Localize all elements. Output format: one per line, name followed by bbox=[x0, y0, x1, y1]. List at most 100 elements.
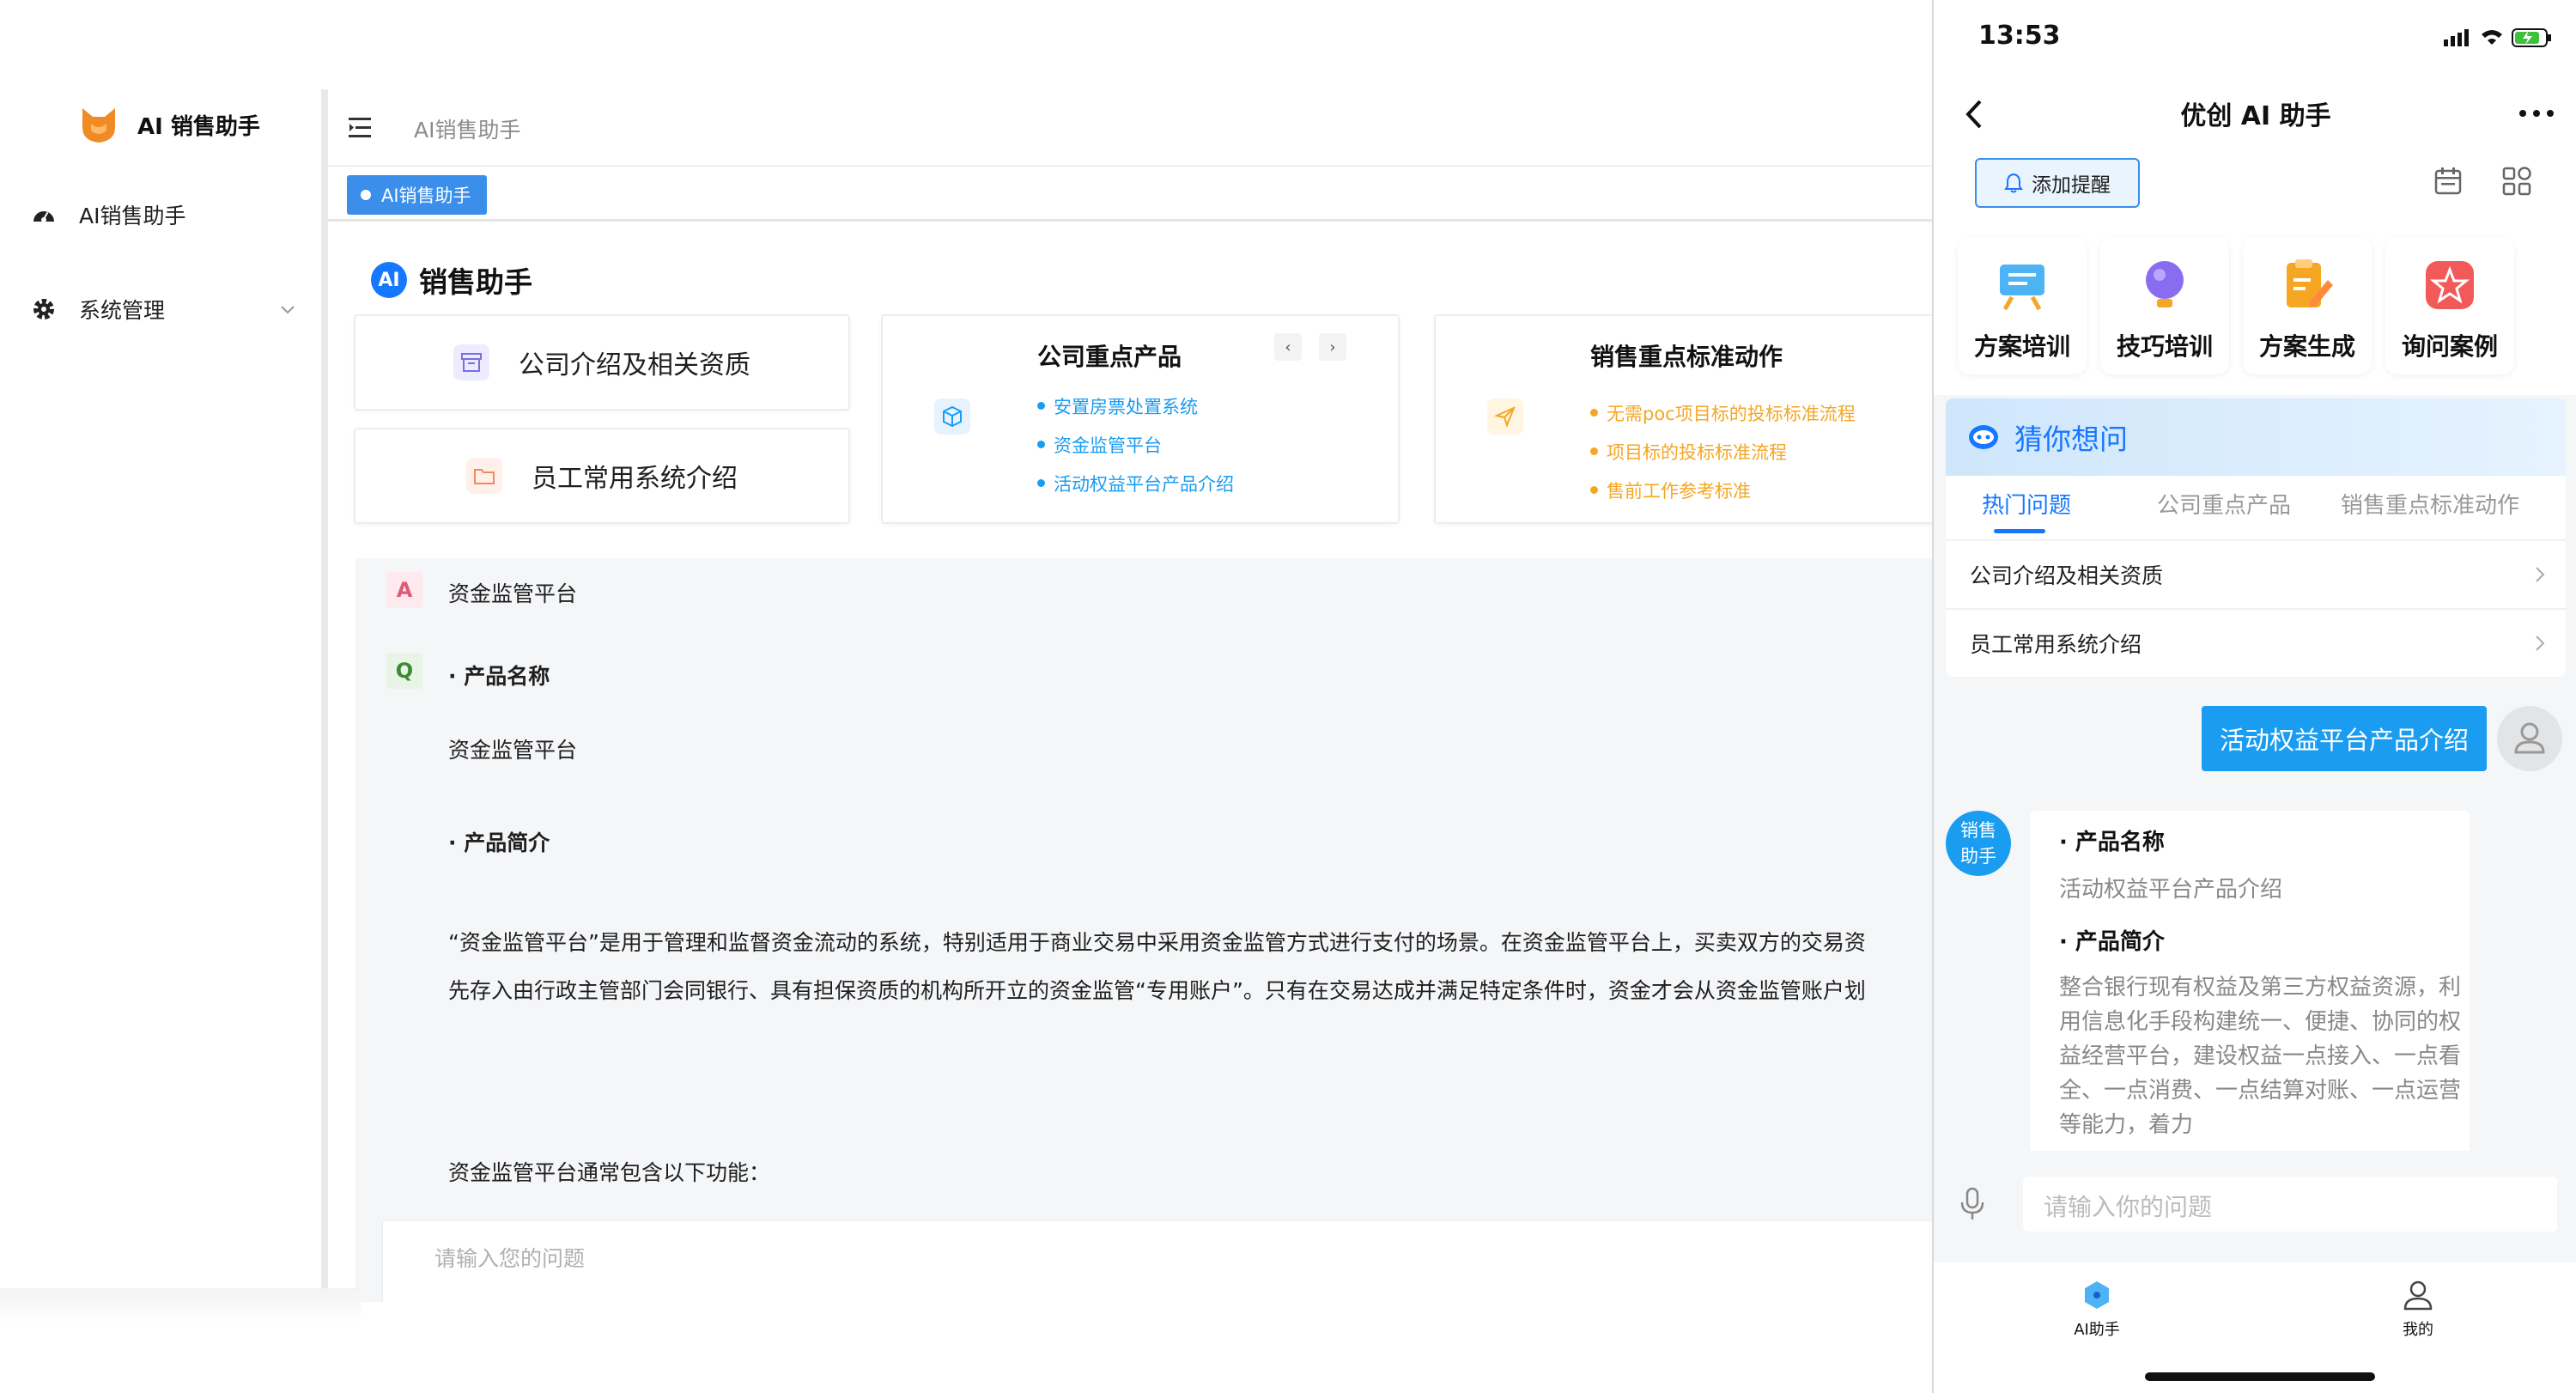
quick-action-ask-cases[interactable]: 询问案例 bbox=[2385, 237, 2514, 374]
quick-action-solution-generation[interactable]: 方案生成 bbox=[2243, 237, 2372, 374]
quick-action-label: 方案培训 bbox=[1973, 332, 2070, 361]
folder-icon bbox=[466, 458, 502, 494]
answer-text: 资金监管平台 bbox=[448, 738, 578, 763]
bot-avatar: 销售助手 bbox=[1946, 811, 2011, 876]
bottom-nav-label: 我的 bbox=[2403, 1321, 2433, 1339]
card-company-intro[interactable]: 公司介绍及相关资质 bbox=[354, 314, 850, 411]
answer-text: “资金监管平台”是用于管理和监督资金流动的系统，特别适用于商业交易中采用资金监管… bbox=[448, 930, 1866, 955]
quick-action-label: 询问案例 bbox=[2401, 332, 2498, 361]
app-logo: AI 销售助手 bbox=[79, 105, 260, 144]
archive-icon bbox=[453, 344, 489, 380]
answer-heading: · 产品名称 bbox=[448, 664, 550, 689]
answer-text: 活动权益平台产品介绍 bbox=[2059, 877, 2283, 903]
chevron-right-icon bbox=[2536, 567, 2545, 582]
card-label: 公司介绍及相关资质 bbox=[519, 350, 750, 380]
bell-icon bbox=[2004, 173, 2023, 193]
guess-questions-panel: 猜你想问 热门问题 公司重点产品 销售重点标准动作 公司介绍及相关资质 员工常用… bbox=[1946, 398, 2566, 677]
tab-hot-questions[interactable]: 热门问题 bbox=[1982, 488, 2071, 520]
card-label: 员工常用系统介绍 bbox=[532, 464, 738, 494]
gear-icon bbox=[31, 296, 57, 322]
phone-input-bar: 请输入你的问题 bbox=[1934, 1151, 2576, 1262]
input-placeholder: 请输入您的问题 bbox=[434, 1246, 586, 1271]
more-icon[interactable] bbox=[2516, 96, 2557, 131]
next-arrow-button[interactable]: › bbox=[1319, 333, 1346, 361]
nav-title: 优创 AI 助手 bbox=[2180, 101, 2331, 131]
status-time: 13:53 bbox=[1978, 21, 2061, 51]
phone-toolbar: 添加提醒 bbox=[1934, 155, 2576, 232]
add-reminder-button[interactable]: 添加提醒 bbox=[1975, 158, 2140, 208]
clipboard-edit-icon bbox=[2287, 259, 2333, 307]
bottom-nav-mine[interactable]: 我的 bbox=[2366, 1278, 2470, 1340]
guess-item[interactable]: 员工常用系统介绍 bbox=[1946, 608, 2566, 677]
quick-action-label: 技巧培训 bbox=[2116, 332, 2213, 361]
list-item[interactable]: 项目标的投标标准流程 bbox=[1590, 432, 1856, 471]
calendar-icon[interactable] bbox=[2432, 165, 2464, 198]
chevron-down-icon bbox=[281, 306, 295, 314]
page-title: AI 销售助手 bbox=[371, 259, 532, 301]
card-key-products: 公司重点产品 ‹ › 安置房票处置系统 资金监管平台 活动权益平台产品介绍 bbox=[881, 314, 1400, 524]
ai-badge-icon: AI bbox=[371, 262, 407, 298]
app-name: AI 销售助手 bbox=[137, 113, 260, 140]
card-title: 销售重点标准动作 bbox=[1590, 343, 1783, 371]
sidebar-item-ai-assistant[interactable]: AI销售助手 bbox=[31, 199, 297, 230]
list-item[interactable]: 资金监管平台 bbox=[1037, 425, 1234, 464]
status-bar: 13:53 bbox=[1934, 0, 2576, 77]
home-indicator bbox=[2145, 1372, 2375, 1381]
card-employee-systems[interactable]: 员工常用系统介绍 bbox=[354, 428, 850, 524]
menu-collapse-icon[interactable] bbox=[349, 115, 376, 141]
answer-text: 整合银行现有权益及第三方权益资源，利用信息化手段构建统一、便捷、协同的权益经营平… bbox=[2059, 975, 2462, 1138]
chevron-right-icon bbox=[2536, 636, 2545, 651]
card-title: 公司重点产品 bbox=[1037, 343, 1182, 371]
answer-heading: · 产品简介 bbox=[448, 830, 550, 855]
bottom-nav: AI助手 我的 bbox=[1934, 1262, 2576, 1393]
answer-badge: Q bbox=[386, 653, 422, 689]
phone-question-input[interactable]: 请输入你的问题 bbox=[2023, 1177, 2557, 1232]
tabs-bar: AI销售助手 bbox=[328, 167, 1934, 222]
sidebar-item-label: AI销售助手 bbox=[79, 204, 186, 228]
mobile-app: 13:53 优创 AI 助手 添加提醒 方案培训 技巧培训 方案生成 询问案例 … bbox=[1932, 0, 2576, 1393]
list-item[interactable]: 无需poc项目标的投标标准流程 bbox=[1590, 393, 1856, 432]
prev-arrow-button[interactable]: ‹ bbox=[1274, 333, 1302, 361]
sidebar: AI 销售助手 AI销售助手 系统管理 bbox=[0, 0, 321, 1302]
page-title-text: 销售助手 bbox=[419, 265, 532, 299]
sales-actions-list: 无需poc项目标的投标标准流程 项目标的投标标准流程 售前工作参考标准 bbox=[1590, 393, 1856, 509]
list-item[interactable]: 售前工作参考标准 bbox=[1590, 471, 1856, 509]
ai-home-icon bbox=[2085, 1281, 2109, 1309]
bottom-nav-ai-assistant[interactable]: AI助手 bbox=[2045, 1278, 2148, 1340]
sidebar-item-label: 系统管理 bbox=[79, 298, 166, 323]
star-badge-icon bbox=[2426, 261, 2474, 309]
tab-label: AI销售助手 bbox=[381, 186, 471, 206]
presentation-board-icon bbox=[2000, 265, 2044, 311]
list-item[interactable]: 活动权益平台产品介绍 bbox=[1037, 464, 1234, 502]
shadow-divider bbox=[0, 1288, 361, 1323]
question-badge: A bbox=[386, 572, 422, 608]
bot-message-bubble: · 产品名称 活动权益平台产品介绍 · 产品简介 整合银行现有权益及第三方权益资… bbox=[2030, 811, 2470, 1154]
microphone-icon[interactable] bbox=[1959, 1187, 1985, 1221]
list-item[interactable]: 安置房票处置系统 bbox=[1037, 386, 1234, 425]
guess-title: 猜你想问 bbox=[2014, 423, 2128, 456]
dashboard-icon bbox=[31, 202, 57, 228]
tab-dot-icon bbox=[361, 190, 371, 200]
answer-text: 先存入由行政主管部门会同银行、具有担保资质的机构所开立的资金监管“专用账户”。只… bbox=[448, 978, 1866, 1003]
status-icons bbox=[2444, 28, 2551, 47]
guess-item[interactable]: 公司介绍及相关资质 bbox=[1946, 539, 2566, 608]
robot-chat-icon bbox=[1969, 425, 1998, 449]
quick-actions: 方案培训 技巧培训 方案生成 询问案例 bbox=[1934, 232, 2576, 395]
lightbulb-icon bbox=[2146, 261, 2184, 307]
user-avatar bbox=[2497, 706, 2562, 771]
grid-apps-icon[interactable] bbox=[2500, 165, 2533, 198]
answer-heading: · 产品简介 bbox=[2059, 929, 2165, 955]
question-input[interactable]: 请输入您的问题 bbox=[381, 1220, 1934, 1302]
guess-header: 猜你想问 bbox=[1946, 398, 2566, 476]
answer-heading: · 产品名称 bbox=[2059, 830, 2165, 855]
cube-icon bbox=[934, 398, 970, 435]
input-placeholder: 请输入你的问题 bbox=[2044, 1193, 2213, 1221]
tab-underline bbox=[1994, 529, 2045, 533]
sidebar-item-system-management[interactable]: 系统管理 bbox=[31, 294, 297, 325]
tab-key-products[interactable]: 公司重点产品 bbox=[2157, 488, 2291, 520]
quick-action-skill-training[interactable]: 技巧培训 bbox=[2100, 237, 2229, 374]
user-icon bbox=[2403, 1280, 2433, 1311]
tab-ai-sales-assistant[interactable]: AI销售助手 bbox=[347, 175, 487, 215]
quick-action-solution-training[interactable]: 方案培训 bbox=[1958, 237, 2087, 374]
tab-sales-actions[interactable]: 销售重点标准动作 bbox=[2341, 488, 2519, 520]
